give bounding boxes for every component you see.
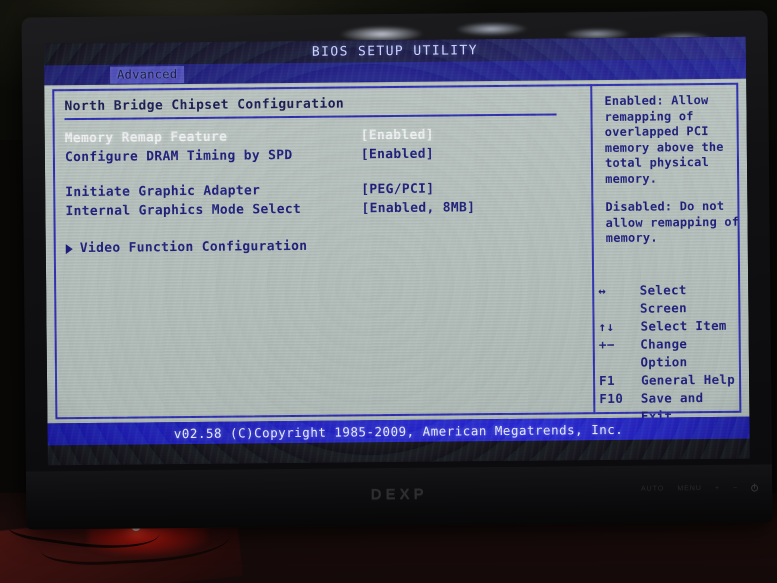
monitor-osd-buttons: AUTO MENU + − (641, 484, 759, 493)
legend-label: Select Item (640, 317, 727, 334)
legend-label: General Help (641, 371, 736, 388)
section-divider (64, 113, 557, 121)
osd-button-minus[interactable]: − (733, 485, 738, 492)
legend-row-select-item: ↑↓ Select Item (599, 317, 741, 336)
legend-row-change-option: +− Change Option (599, 335, 741, 372)
help-panel: Enabled: Allow remapping of overlapped P… (592, 85, 741, 442)
setting-value: [Enabled] (360, 127, 434, 144)
bios-screen: BIOS SETUP UTILITY Advanced North Bridge… (43, 36, 750, 466)
power-icon[interactable] (751, 484, 759, 492)
setting-label: Configure DRAM Timing by SPD (64, 147, 293, 166)
footer-copyright: v02.58 (C)Copyright 1985-2009, American … (173, 421, 624, 441)
setting-value: [Enabled] (360, 146, 435, 163)
page-title: BIOS SETUP UTILITY (311, 42, 479, 60)
tab-advanced[interactable]: Advanced (110, 65, 185, 84)
arrows-vertical-icon: ↑↓ (598, 318, 615, 335)
monitor: BIOS SETUP UTILITY Advanced North Bridge… (21, 10, 773, 530)
osd-button-plus[interactable]: + (715, 485, 720, 492)
legend-row-general-help: F1 General Help (599, 371, 741, 390)
setting-row-internal-graphics-mode-select[interactable]: Internal Graphics Mode Select [Enabled, … (65, 197, 585, 221)
triangle-right-icon (65, 243, 73, 254)
bios-body: North Bridge Chipset Configuration Memor… (44, 78, 750, 442)
tab-advanced-label: Advanced (117, 66, 178, 82)
help-text: Enabled: Allow remapping of overlapped P… (604, 93, 739, 247)
photo-scene: BIOS SETUP UTILITY Advanced North Bridge… (0, 0, 777, 583)
settings-panel: North Bridge Chipset Configuration Memor… (52, 86, 587, 423)
arrows-horizontal-icon: ↔ (598, 282, 607, 299)
monitor-brand-logo: DEXP (370, 485, 428, 504)
legend-label: Change Option (640, 336, 688, 370)
submenu-video-function-configuration[interactable]: Video Function Configuration (65, 236, 586, 257)
submenu-label: Video Function Configuration (79, 238, 308, 257)
legend-row-select-screen: ↔ Select Screen (598, 281, 740, 318)
setting-value: [PEG/PCI] (361, 181, 435, 198)
monitor-bottom-bezel: DEXP AUTO MENU + − (25, 464, 773, 530)
osd-button-auto[interactable]: AUTO (641, 485, 664, 492)
help-paragraph-enabled: Enabled: Allow remapping of overlapped P… (604, 93, 724, 186)
setting-label: Internal Graphics Mode Select (65, 201, 302, 220)
osd-button-menu[interactable]: MENU (677, 485, 702, 492)
help-paragraph-disabled: Disabled: Do not allow remapping of memo… (605, 198, 740, 245)
key-f1: F1 (599, 372, 616, 389)
legend-label: Select Screen (639, 282, 687, 316)
plus-minus-icon: +− (598, 336, 615, 353)
section-title: North Bridge Chipset Configuration (64, 96, 345, 115)
setting-value: [Enabled, 8MB] (361, 200, 476, 217)
